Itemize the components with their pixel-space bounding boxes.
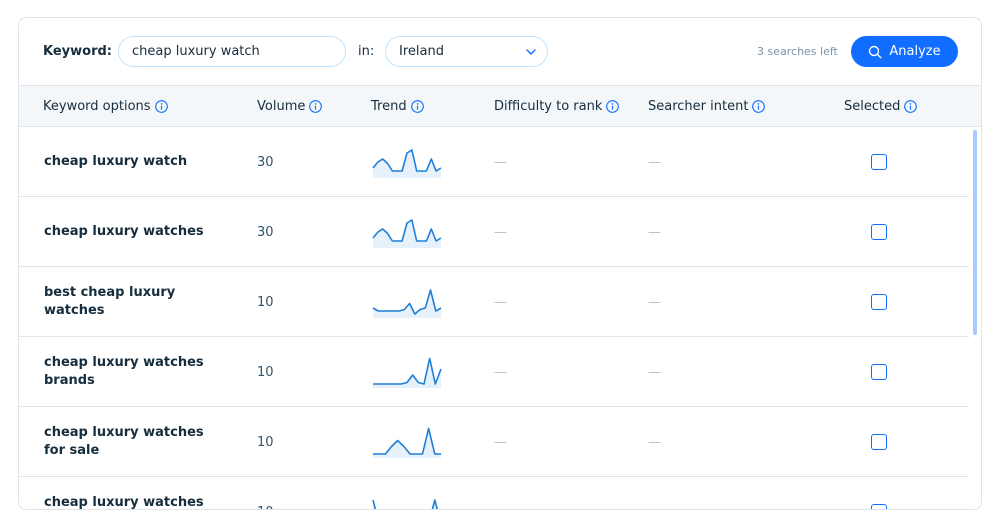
select-checkbox[interactable] — [871, 364, 887, 380]
difficulty-cell: — — [494, 155, 507, 170]
search-bar: Keyword: in: Ireland 3 searches left Ana… — [19, 18, 981, 85]
table-body: cheap luxury watch 30— — cheap luxury watch… — [19, 127, 969, 510]
keyword-input[interactable] — [118, 36, 346, 67]
trend-sparkline — [372, 219, 442, 248]
column-header-selected: Selected — [844, 99, 918, 114]
column-header-intent: Searcher intent — [648, 99, 766, 114]
column-label: Selected — [844, 99, 901, 114]
difficulty-cell: — — [494, 365, 507, 380]
keyword-cell: cheap luxury watch — [44, 154, 188, 169]
search-icon — [869, 45, 882, 58]
info-icon[interactable] — [606, 100, 620, 113]
column-label: Keyword options — [43, 99, 151, 114]
intent-cell: — — [648, 365, 661, 380]
volume-cell: 10 — [257, 295, 274, 310]
table-row: cheap luxury watches 30 — — — [19, 197, 969, 267]
table-row: cheap luxury watches brands 10 — — — [19, 337, 969, 407]
select-checkbox[interactable] — [871, 504, 887, 509]
column-label: Difficulty to rank — [494, 99, 603, 114]
difficulty-cell: — — [494, 505, 507, 509]
select-checkbox[interactable] — [871, 224, 887, 240]
difficulty-cell: — — [494, 225, 507, 240]
trend-sparkline — [373, 357, 442, 388]
intent-cell: — — [648, 225, 661, 240]
trend-sparkline — [373, 427, 441, 458]
trend-sparkline — [372, 149, 442, 178]
select-checkbox[interactable] — [871, 154, 887, 170]
chevron-down-icon — [526, 49, 536, 55]
table-header: Keyword options Volume Trend Difficulty … — [19, 85, 981, 127]
column-label: Trend — [371, 99, 407, 114]
column-header-trend: Trend — [371, 99, 424, 114]
trend-area — [373, 500, 438, 509]
analyze-label: Analyze — [889, 44, 941, 59]
info-icon[interactable] — [752, 100, 766, 113]
analyze-button[interactable]: Analyze — [851, 36, 958, 67]
country-value: Ireland — [399, 44, 444, 59]
trend-sparkline — [372, 289, 442, 318]
intent-cell: — — [648, 155, 661, 170]
keyword-research-panel: Keyword: in: Ireland 3 searches left Ana… — [18, 17, 982, 510]
column-label: Volume — [257, 99, 306, 114]
keyword-cell: cheap luxury watches — [44, 224, 204, 239]
searches-left-text: 3 searches left — [757, 45, 838, 58]
table-row: cheap luxury watches for sale 10 — — — [19, 407, 969, 477]
select-checkbox[interactable] — [871, 294, 887, 310]
intent-cell: — — [648, 435, 661, 450]
trend-line — [372, 499, 438, 509]
table-row: cheap luxury watch 30 — — — [19, 127, 969, 197]
column-header-difficulty: Difficulty to rank — [494, 99, 620, 114]
column-label: Searcher intent — [648, 99, 749, 114]
column-header-volume: Volume — [257, 99, 323, 114]
intent-cell: — — [648, 505, 661, 509]
intent-cell: — — [648, 295, 661, 310]
table-row: cheap luxury watches brands uk 10 — — — [19, 477, 969, 510]
keyword-label: Keyword: — [43, 44, 112, 59]
volume-cell: 10 — [257, 435, 274, 450]
keyword-cell: cheap luxury watches for sale — [44, 425, 204, 458]
country-select[interactable]: Ireland — [385, 36, 548, 67]
difficulty-cell: — — [494, 435, 507, 450]
volume-cell: 30 — [257, 155, 274, 170]
scrollbar-thumb[interactable] — [973, 130, 977, 335]
volume-cell: 10 — [257, 505, 274, 509]
info-icon[interactable] — [309, 100, 323, 113]
volume-cell: 10 — [257, 365, 274, 380]
country-label: in: — [358, 44, 375, 59]
table-row: best cheap luxury watches 10 — — — [19, 267, 969, 337]
difficulty-cell: — — [494, 295, 507, 310]
info-icon[interactable] — [904, 100, 918, 113]
select-checkbox[interactable] — [871, 434, 887, 450]
keyword-cell: cheap luxury watches brands uk — [44, 495, 204, 510]
keyword-cell: cheap luxury watches brands — [44, 355, 204, 388]
volume-cell: 30 — [257, 225, 274, 240]
keyword-cell: best cheap luxury watches — [44, 285, 176, 318]
info-icon[interactable] — [154, 100, 168, 113]
info-icon[interactable] — [410, 100, 424, 113]
trend-sparkline — [372, 499, 438, 509]
column-header-keyword: Keyword options — [43, 99, 168, 114]
